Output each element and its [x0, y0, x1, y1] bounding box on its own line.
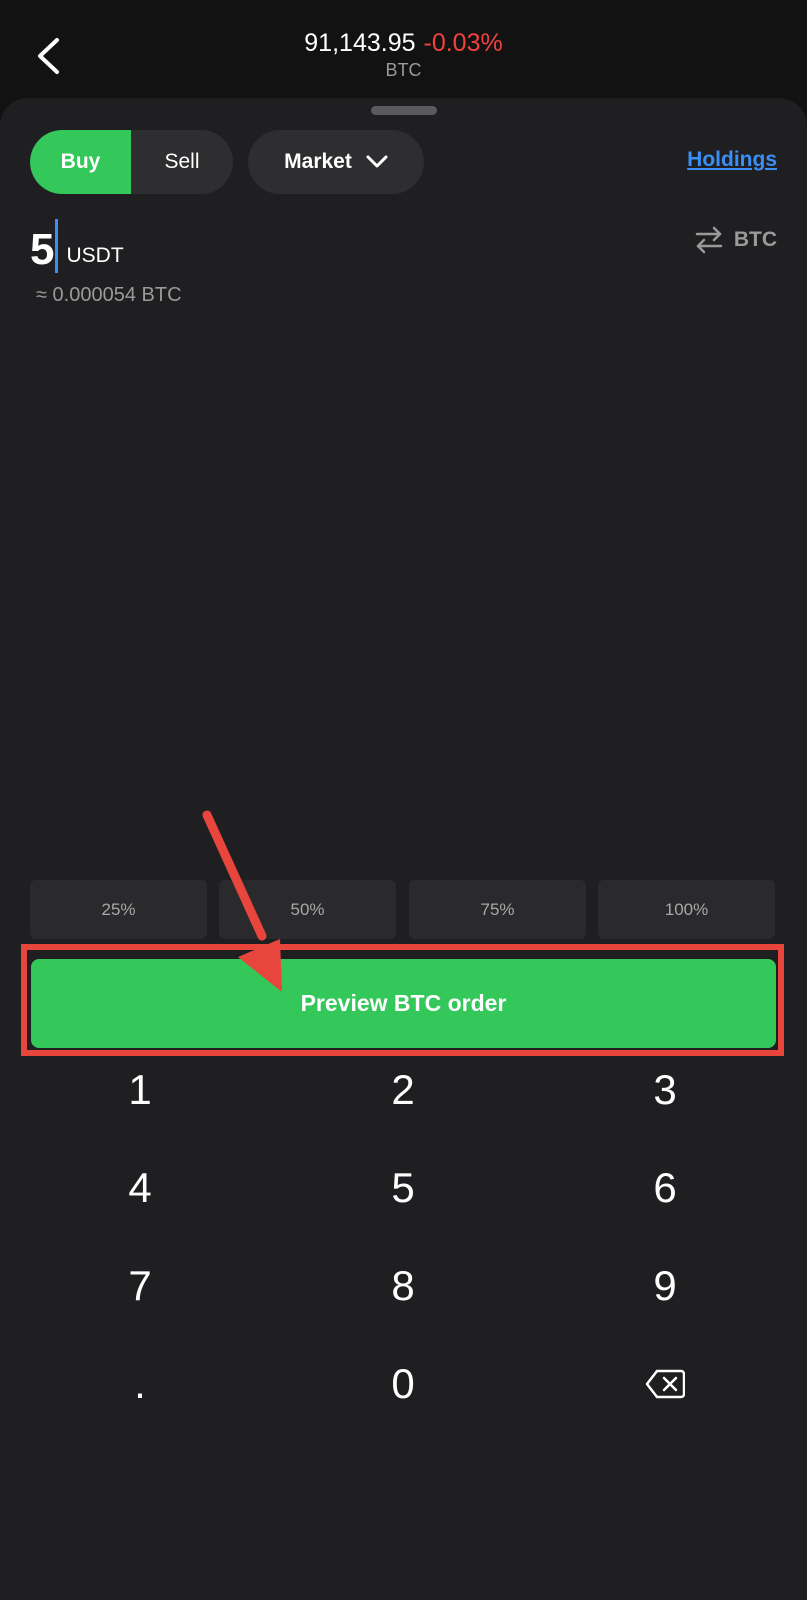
amount-input[interactable]: 5 USDT	[30, 216, 124, 276]
keypad-key-6[interactable]: 6	[545, 1143, 785, 1233]
backspace-icon	[645, 1369, 685, 1399]
keypad-key-4[interactable]: 4	[20, 1143, 260, 1233]
sheet-grab-handle[interactable]	[371, 106, 437, 115]
keypad-backspace-button[interactable]	[545, 1339, 785, 1429]
order-type-dropdown[interactable]: Market	[248, 130, 424, 194]
swap-unit-label: BTC	[733, 228, 777, 251]
keypad-key-7[interactable]: 7	[20, 1241, 260, 1331]
keypad-key-9[interactable]: 9	[545, 1241, 785, 1331]
price-value: 91,143.95	[304, 29, 416, 57]
keypad-key-decimal[interactable]: .	[20, 1339, 260, 1429]
amount-unit: USDT	[66, 244, 124, 267]
percent-50-button[interactable]: 50%	[219, 880, 396, 939]
keypad-key-8[interactable]: 8	[283, 1241, 523, 1331]
text-cursor	[55, 219, 59, 273]
swap-unit-button[interactable]: BTC	[694, 226, 777, 254]
buy-tab[interactable]: Buy	[30, 130, 131, 194]
keypad-key-1[interactable]: 1	[20, 1045, 260, 1135]
chevron-down-icon	[366, 155, 388, 168]
approx-conversion: ≈ 0.000054 BTC	[36, 284, 182, 306]
percent-100-button[interactable]: 100%	[598, 880, 775, 939]
preview-order-button[interactable]: Preview BTC order	[31, 959, 776, 1048]
percent-75-button[interactable]: 75%	[409, 880, 586, 939]
keypad-key-0[interactable]: 0	[283, 1339, 523, 1429]
holdings-link[interactable]: Holdings	[687, 148, 777, 172]
sell-tab[interactable]: Sell	[131, 130, 233, 194]
order-type-label: Market	[284, 150, 352, 173]
trade-screen: 91,143.95 -0.03% BTC Buy Sell Market Hold…	[0, 0, 807, 1600]
keypad-key-2[interactable]: 2	[283, 1045, 523, 1135]
swap-arrows-icon	[695, 226, 723, 254]
percent-25-button[interactable]: 25%	[30, 880, 207, 939]
price-line: 91,143.95 -0.03%	[0, 28, 807, 58]
symbol-label: BTC	[385, 60, 422, 80]
amount-value: 5	[30, 225, 55, 274]
keypad-key-3[interactable]: 3	[545, 1045, 785, 1135]
price-change: -0.03%	[423, 29, 503, 57]
header: 91,143.95 -0.03% BTC	[0, 0, 807, 100]
side-toggle: Buy Sell	[30, 130, 233, 194]
keypad-key-5[interactable]: 5	[283, 1143, 523, 1233]
